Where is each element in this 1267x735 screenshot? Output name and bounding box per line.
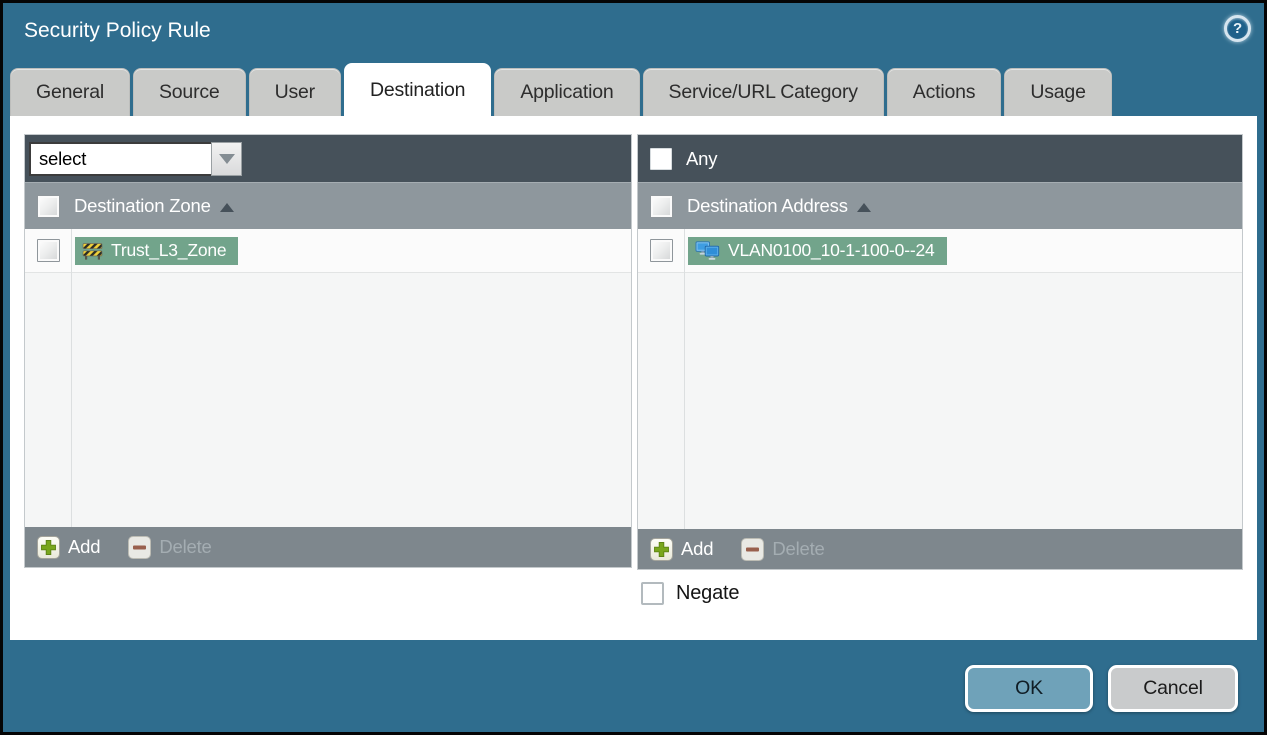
address-chip[interactable]: VLAN0100_10-1-100-0--24 [688, 236, 947, 265]
dialog-title: Security Policy Rule [24, 19, 211, 42]
address-any-bar: Any [638, 135, 1242, 182]
zone-select-all-checkbox[interactable] [37, 194, 60, 218]
checkbox-column-divider [684, 229, 685, 529]
any-checkbox[interactable] [650, 147, 672, 170]
tab-service-url-category[interactable]: Service/URL Category [642, 68, 884, 116]
add-plus-icon [37, 535, 60, 559]
destination-zone-panel: select Destination Zone Trust_L3_Zone Ad… [24, 134, 632, 568]
zone-footer-bar: Add Delete [25, 527, 631, 567]
address-add-label: Add [681, 538, 714, 559]
address-select-all-checkbox[interactable] [650, 194, 673, 218]
ok-button[interactable]: OK [965, 665, 1093, 712]
negate-label: Negate [676, 582, 740, 604]
address-delete-label: Delete [772, 538, 825, 559]
chevron-down-icon [218, 153, 235, 164]
destination-address-panel: Any Destination Address VLAN0100_10-1-10… [637, 134, 1243, 570]
any-label: Any [686, 147, 718, 169]
tab-actions[interactable]: Actions [886, 68, 1002, 116]
zone-delete-button[interactable]: Delete [128, 535, 212, 559]
tab-general[interactable]: General [10, 68, 130, 116]
sort-ascending-icon[interactable] [219, 202, 234, 212]
address-column-header[interactable]: Destination Address [638, 182, 1242, 229]
checkbox-column-divider [71, 229, 72, 527]
zone-chip[interactable]: Trust_L3_Zone [75, 236, 239, 265]
tab-bar: General Source User Destination Applicat… [10, 63, 1112, 116]
zone-select-value[interactable]: select [29, 141, 211, 176]
zone-table-row[interactable]: Trust_L3_Zone [25, 229, 631, 273]
tab-source[interactable]: Source [132, 68, 246, 116]
help-icon[interactable]: ? [1224, 15, 1251, 42]
zone-add-button[interactable]: Add [37, 535, 101, 559]
zone-select-combobox[interactable]: select [29, 141, 242, 176]
tab-destination[interactable]: Destination [343, 63, 492, 116]
sort-ascending-icon[interactable] [856, 202, 871, 212]
zone-select-bar: select [25, 135, 631, 182]
zone-column-label: Destination Zone [74, 195, 211, 216]
zone-icon [82, 242, 103, 260]
zone-column-header[interactable]: Destination Zone [25, 182, 631, 229]
delete-minus-icon [128, 535, 152, 559]
cancel-button[interactable]: Cancel [1108, 665, 1238, 712]
zone-rows-area: Trust_L3_Zone [25, 229, 631, 527]
add-plus-icon [650, 537, 673, 561]
negate-checkbox[interactable] [641, 582, 664, 605]
tab-user[interactable]: User [248, 68, 341, 116]
address-table-row[interactable]: VLAN0100_10-1-100-0--24 [638, 229, 1242, 273]
address-icon [695, 240, 720, 260]
address-row-checkbox[interactable] [649, 239, 673, 262]
address-rows-area: VLAN0100_10-1-100-0--24 [638, 229, 1242, 529]
zone-row-checkbox[interactable] [36, 239, 60, 262]
address-footer-bar: Add Delete [638, 529, 1242, 569]
tab-application[interactable]: Application [494, 68, 640, 116]
address-delete-button[interactable]: Delete [741, 537, 825, 561]
negate-control: Negate [641, 582, 739, 605]
destination-tab-content: select Destination Zone Trust_L3_Zone Ad… [10, 116, 1257, 640]
tab-usage[interactable]: Usage [1004, 68, 1112, 116]
zone-add-label: Add [68, 536, 101, 557]
address-add-button[interactable]: Add [650, 537, 714, 561]
address-column-label: Destination Address [687, 195, 848, 216]
delete-minus-icon [741, 537, 765, 561]
security-policy-rule-dialog: Security Policy Rule ? General Source Us… [0, 0, 1267, 735]
zone-chip-label: Trust_L3_Zone [111, 240, 227, 260]
zone-select-dropdown-button[interactable] [211, 141, 242, 176]
zone-delete-label: Delete [159, 536, 212, 557]
address-chip-label: VLAN0100_10-1-100-0--24 [728, 240, 935, 260]
help-glyph: ? [1233, 20, 1242, 37]
